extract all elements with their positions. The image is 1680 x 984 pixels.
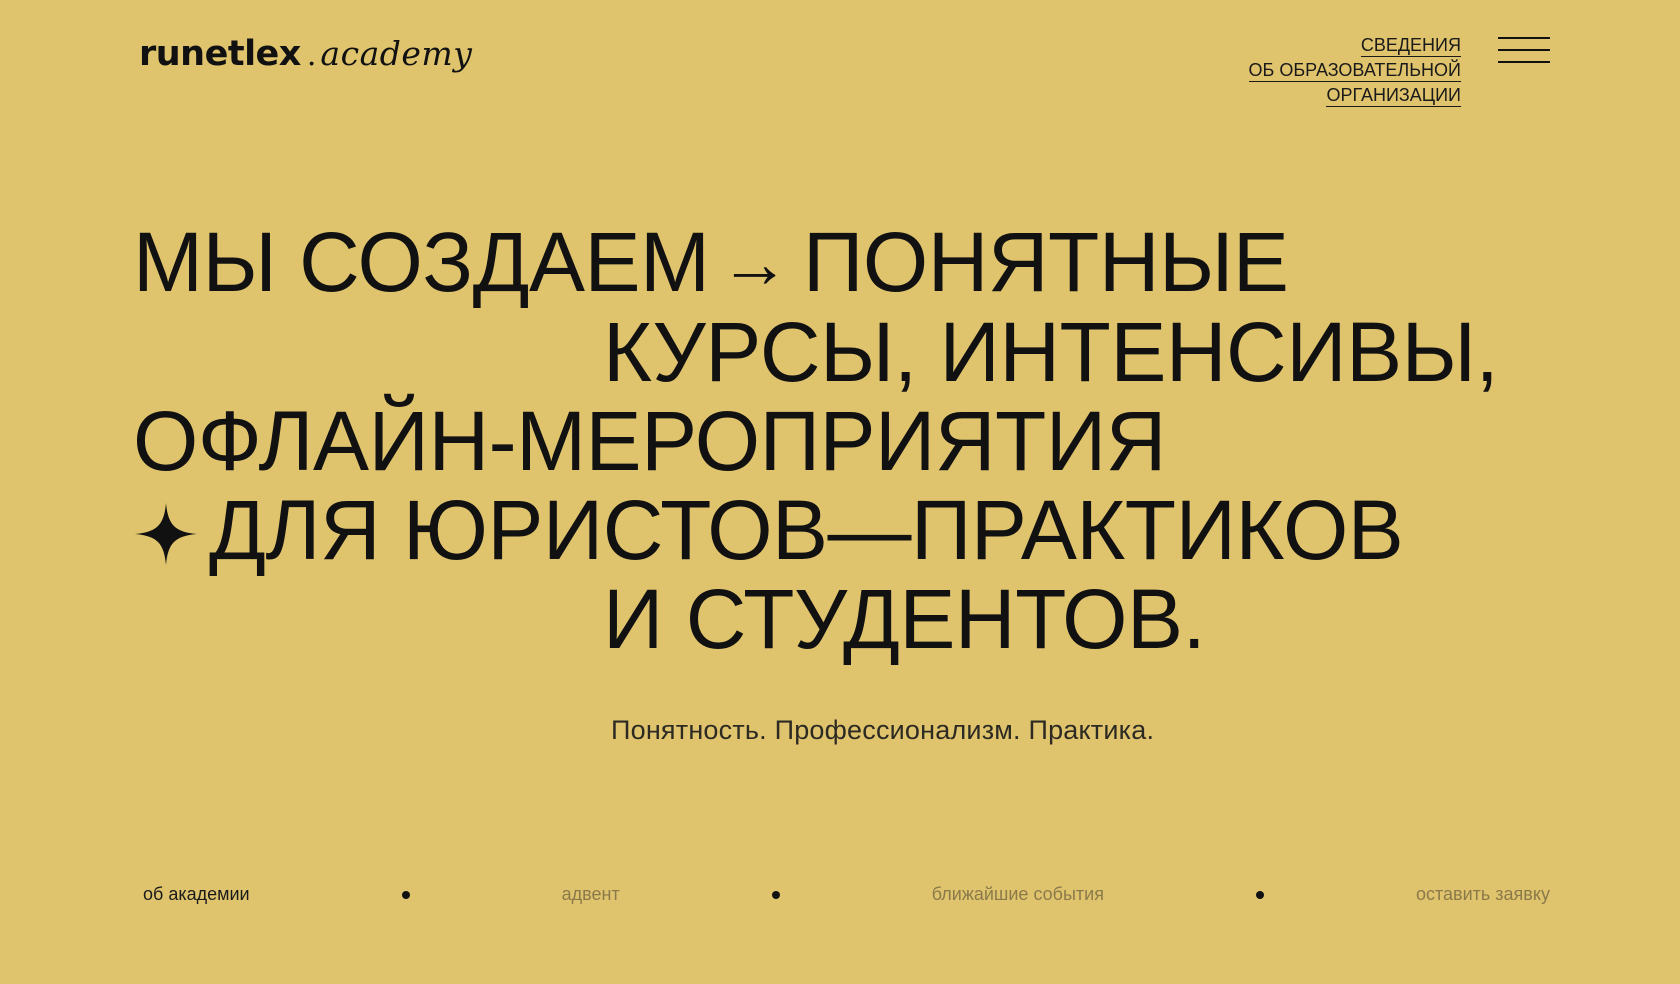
org-info-link[interactable]: СВЕДЕНИЯ ОБ ОБРАЗОВАТЕЛЬНОЙ ОРГАНИЗАЦИИ: [1248, 33, 1461, 108]
hamburger-icon[interactable]: [1498, 37, 1550, 65]
hero-line-1-end: ПОНЯТНЫЕ: [802, 215, 1289, 309]
hero-line-3: ОФЛАЙН-МЕРОПРИЯТИЯ: [133, 394, 1166, 488]
org-info-line-1[interactable]: СВЕДЕНИЯ: [1360, 34, 1461, 57]
org-info-line-3[interactable]: ОРГАНИЗАЦИИ: [1326, 84, 1461, 107]
hero-line-5: И СТУДЕНТОВ.: [603, 572, 1206, 666]
arrow-right-icon: →: [719, 224, 789, 302]
hero-line-2: КУРСЫ, ИНТЕНСИВЫ,: [603, 305, 1499, 399]
logo-separator: .: [306, 38, 317, 73]
nav-separator-dot: [1255, 890, 1264, 899]
logo-academy: academy: [320, 34, 473, 73]
nav-separator-dot: [401, 890, 410, 899]
tagline: Понятность. Профессионализм. Практика.: [611, 715, 1155, 745]
logo-wordmark: runetlex: [139, 34, 301, 74]
four-point-star-icon: [135, 503, 197, 565]
nav-separator-dot: [771, 890, 780, 899]
hero-line-1: МЫ СОЗДАЕМ → ПОНЯТНЫЕ: [133, 218, 1573, 308]
site-logo[interactable]: runetlex . academy: [139, 34, 472, 74]
burger-bar-bottom: [1498, 61, 1550, 63]
hero-line-4: ДЛЯ ЮРИСТОВ—ПРАКТИКОВ: [133, 486, 1573, 575]
org-info-line-2[interactable]: ОБ ОБРАЗОВАТЕЛЬНОЙ: [1248, 59, 1461, 82]
nav-about[interactable]: об академии: [143, 884, 250, 905]
burger-bar-middle: [1498, 49, 1550, 51]
nav-advent[interactable]: адвент: [562, 884, 620, 905]
bottom-nav: об академии адвент ближайшие события ост…: [143, 884, 1550, 905]
hero-line-4-text: ДЛЯ ЮРИСТОВ—ПРАКТИКОВ: [209, 483, 1404, 577]
nav-upcoming-events[interactable]: ближайшие события: [932, 884, 1104, 905]
burger-bar-top: [1498, 37, 1550, 39]
hero-line-1-start: МЫ СОЗДАЕМ: [133, 215, 710, 309]
nav-submit-request[interactable]: оставить заявку: [1416, 884, 1550, 905]
hero-heading: МЫ СОЗДАЕМ → ПОНЯТНЫЕ КУРСЫ, ИНТЕНСИВЫ, ОФ…: [133, 218, 1573, 664]
